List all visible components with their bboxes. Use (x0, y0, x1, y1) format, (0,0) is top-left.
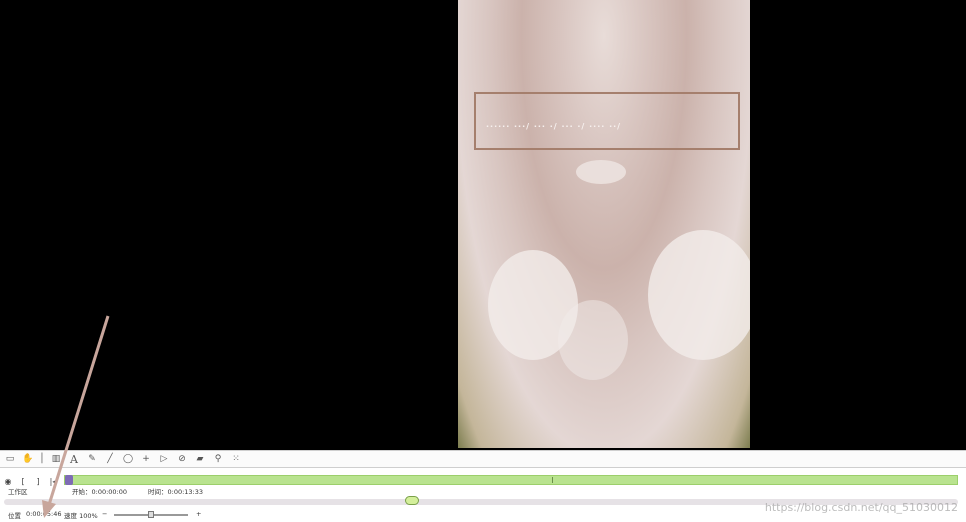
magnifier-icon[interactable]: ⚲ (212, 453, 224, 465)
track-start-handle[interactable] (65, 475, 73, 485)
editor-toolbar: ▭ ✋ │ ▥ A ✎ ╱ ◯ + ▷ ⊘ ▰ ⚲ ⁙ (0, 450, 966, 468)
timeline-info: 工作区 开始：0:00:00:00 时间：0:00:13:33 (0, 486, 966, 496)
flower-blob (558, 300, 628, 380)
speed-label: 速度 100% (64, 512, 98, 520)
flower-blob (648, 230, 750, 360)
plus-icon[interactable]: + (140, 453, 152, 465)
mark-out-icon[interactable]: ] (34, 476, 42, 486)
watermark: https://blog.csdn.net/qq_51030012 (764, 501, 958, 514)
caption-box[interactable]: ······ ···/ ··· ·/ ··· ·/ ···· ··/ (474, 92, 740, 150)
circle-slash-icon[interactable]: ⊘ (176, 453, 188, 465)
separator: │ (39, 454, 45, 464)
zoom-in-icon[interactable]: + (196, 510, 201, 518)
go-start-icon[interactable]: |◂ (49, 476, 57, 486)
line-icon[interactable]: ╱ (104, 453, 116, 465)
triangle-icon[interactable]: ▷ (158, 453, 170, 465)
text-icon[interactable]: A (68, 453, 80, 466)
playhead[interactable] (404, 496, 419, 505)
zoom-slider-thumb[interactable] (148, 511, 154, 518)
position-value: 0:00:05:46 (26, 510, 62, 518)
drop-blob (576, 160, 626, 184)
circle-icon[interactable]: ◯ (122, 453, 134, 465)
position-label: 位置 (8, 512, 21, 520)
lock-icon[interactable]: ◉ (4, 476, 12, 486)
duration-label: 时间：0:00:13:33 (148, 488, 204, 496)
video-frame[interactable]: ······ ···/ ··· ·/ ··· ·/ ···· ··/ (458, 0, 750, 448)
eraser-icon[interactable]: ▰ (194, 453, 206, 465)
grid-icon[interactable]: ⁙ (230, 453, 242, 465)
zoom-out-icon[interactable]: − (102, 510, 107, 518)
start-label: 开始：0:00:00:00 (72, 488, 128, 496)
frame-icon[interactable]: ▥ (50, 453, 62, 465)
caption-text: ······ ···/ ··· ·/ ··· ·/ ···· ··/ (486, 122, 622, 131)
hand-icon[interactable]: ✋ (22, 453, 34, 465)
timeline-track[interactable] (64, 475, 958, 485)
mark-in-icon[interactable]: [ (19, 476, 27, 486)
video-viewer: ······ ···/ ··· ·/ ··· ·/ ···· ··/ (0, 0, 966, 450)
timeline-panel: ◉ [ ] |◂ 工作区 开始：0:00:00:00 时间：0:00:13:33… (0, 468, 966, 522)
track-marker (552, 477, 553, 483)
zoom-slider[interactable] (114, 511, 188, 518)
new-icon[interactable]: ▭ (4, 453, 16, 465)
pen-icon[interactable]: ✎ (86, 453, 98, 465)
workspace-label: 工作区 (8, 488, 28, 496)
